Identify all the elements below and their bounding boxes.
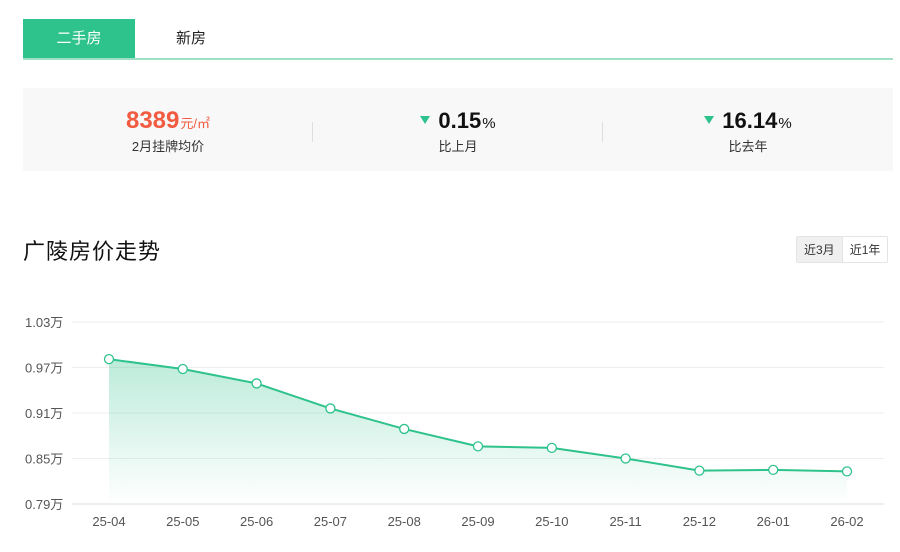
y-tick-label: 0.85万	[25, 452, 63, 467]
down-arrow-icon	[420, 116, 431, 124]
x-tick-label: 25-09	[461, 514, 494, 529]
x-tick-label: 26-02	[830, 514, 863, 529]
down-arrow-icon	[704, 116, 715, 124]
mom-value: 0.15	[438, 108, 482, 133]
avg-price-label: 2月挂牌均价	[131, 139, 205, 154]
data-point	[325, 403, 336, 414]
mom-label: 比上月	[438, 139, 478, 154]
data-point	[768, 464, 779, 476]
yoy-unit: %	[778, 115, 792, 132]
tab-underline	[23, 58, 893, 60]
x-tick-label: 25-04	[92, 514, 125, 529]
series-area	[109, 359, 847, 504]
range-toggle: 近3月 近1年	[796, 236, 889, 263]
x-tick-label: 25-11	[609, 514, 641, 529]
x-tick-label: 25-06	[240, 514, 273, 529]
data-point	[694, 465, 705, 476]
range-1-year-button[interactable]: 近1年	[841, 237, 888, 262]
yoy-label: 比去年	[728, 139, 768, 154]
data-point	[472, 441, 484, 452]
avg-price-stat: 8389元/㎡ 2月挂牌均价	[23, 88, 313, 171]
yoy-value: 16.14	[722, 108, 778, 133]
range-3-months-button[interactable]: 近3月	[797, 237, 842, 262]
mom-unit: %	[482, 115, 496, 132]
data-point	[399, 423, 410, 435]
x-tick-label: 25-07	[314, 514, 347, 529]
avg-price-unit: 元/㎡	[180, 116, 210, 131]
avg-price-value: 8389	[125, 107, 180, 134]
x-tick-label: 25-05	[166, 514, 199, 529]
tab-new-homes[interactable]: 新房	[135, 19, 247, 58]
y-tick-label: 1.03万	[25, 315, 63, 330]
x-tick-label: 25-12	[683, 514, 716, 529]
y-tick-label: 0.91万	[25, 406, 63, 421]
year-over-year-stat: 16.14% 比去年	[603, 88, 893, 171]
section-title: 广陵房价走势	[23, 239, 162, 264]
data-point	[251, 378, 262, 389]
data-point	[546, 442, 557, 454]
data-point	[841, 466, 853, 477]
tab-second-hand[interactable]: 二手房	[23, 19, 135, 58]
price-summary-panel: 8389元/㎡ 2月挂牌均价 0.15% 比上月 16.14% 比去年	[23, 88, 893, 171]
x-tick-label: 26-01	[757, 514, 790, 529]
data-point	[177, 363, 188, 375]
data-point	[620, 453, 631, 464]
data-point	[103, 354, 115, 365]
x-tick-label: 25-10	[535, 514, 568, 529]
month-over-month-stat: 0.15% 比上月	[313, 88, 603, 171]
tab-bar: 二手房 新房	[23, 19, 893, 60]
y-tick-label: 0.79万	[25, 497, 63, 512]
x-tick-label: 25-08	[388, 514, 421, 529]
price-trend-chart: 0.79万 0.85万 0.91万 0.97万 1.03万 25-04 25-05 25-06…	[25, 315, 884, 529]
y-tick-label: 0.97万	[25, 361, 63, 376]
